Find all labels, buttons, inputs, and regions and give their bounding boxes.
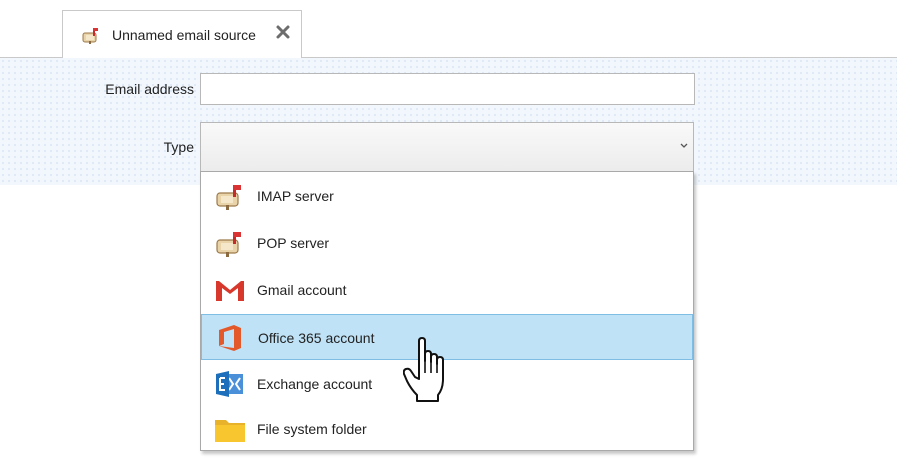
item-label: IMAP server [257, 188, 334, 204]
email-address-input[interactable] [200, 73, 695, 105]
mailbox-icon [82, 28, 98, 44]
list-item-file-system-folder[interactable]: File system folder [201, 406, 693, 452]
email-source-tab[interactable]: Unnamed email source [62, 10, 302, 58]
type-dropdown-list: IMAP server POP server Gmail account Off… [200, 171, 694, 451]
folder-icon [215, 420, 245, 442]
email-address-label: Email address [105, 81, 194, 97]
gmail-icon [216, 281, 244, 301]
close-icon[interactable] [275, 24, 291, 40]
list-item-pop-server[interactable]: POP server [201, 220, 693, 266]
item-label: File system folder [257, 421, 367, 437]
list-item-exchange-account[interactable]: Exchange account [201, 361, 693, 407]
mailbox-icon [216, 232, 241, 257]
exchange-icon [216, 371, 243, 397]
list-item-imap-server[interactable]: IMAP server [201, 173, 693, 219]
tab-title: Unnamed email source [112, 27, 256, 43]
item-label: Gmail account [257, 282, 347, 298]
list-item-office-365-account[interactable]: Office 365 account [201, 314, 693, 360]
item-label: Office 365 account [258, 330, 375, 346]
mailbox-icon [216, 185, 241, 210]
office365-icon [219, 325, 241, 351]
item-label: POP server [257, 235, 330, 251]
chevron-down-icon [680, 143, 688, 148]
type-label: Type [163, 139, 194, 155]
type-select[interactable] [200, 122, 694, 171]
item-label: Exchange account [257, 376, 373, 392]
list-item-gmail-account[interactable]: Gmail account [201, 267, 693, 313]
